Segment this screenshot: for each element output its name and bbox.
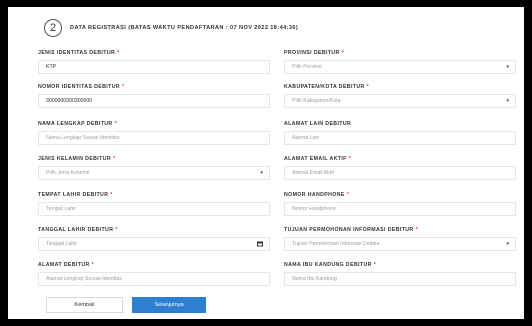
field-label: TEMPAT LAHIR DEBITUR * [38,191,270,199]
chevron-down-icon[interactable]: ▾ [506,241,509,247]
required-marker: * [115,227,118,233]
field-label-text: NAMA LENGKAP DEBITUR [38,121,113,127]
field-tanggal-lahir-debitur: TANGGAL LAHIR DEBITUR * Tanggal Lahir [38,226,270,251]
field-label: PROVINSI DEBITUR * [284,49,516,57]
field-tujuan-permohonan-informasi-debitur: TUJUAN PERMOHONAN INFORMASI DEBITUR * Tuju… [284,226,516,251]
field-placeholder: Tempat Lahir [46,206,76,212]
field-label-text: NOMOR HANDPHONE [284,192,345,198]
field-label-text: TEMPAT LAHIR DEBITUR [38,192,109,198]
chevron-down-icon[interactable]: ▾ [260,170,263,176]
chevron-down-icon[interactable]: ▾ [506,64,509,70]
required-marker: * [110,192,113,198]
field-nomor-handphone: NOMOR HANDPHONE * Nomor Handphone [284,191,516,216]
select-jenis-kelamin-debitur[interactable]: Pilih Jenis Kelamin ▾ [38,166,270,180]
field-label: NAMA IBU KANDUNG DEBITUR * [284,261,516,269]
input-tanggal-lahir-debitur[interactable]: Tanggal Lahir [38,237,270,251]
required-marker: * [91,262,95,268]
chevron-down-icon[interactable]: ▾ [506,98,509,104]
field-label-text: JENIS IDENTITAS DEBITUR [38,50,116,56]
field-label: NOMOR HANDPHONE * [284,191,516,199]
field-alamat-debitur: ALAMAT DEBITUR * Alamat Lengkap Sesuai Ide… [38,261,270,286]
field-placeholder: Pilih Provinsi [292,64,322,70]
field-label: NAMA LENGKAP DEBITUR * [38,120,270,128]
required-marker: * [341,50,345,56]
field-placeholder: Tujuan Permohonan Informasi Debitur [292,241,380,247]
calendar-icon[interactable] [257,241,263,247]
field-jenis-identitas-debitur: JENIS IDENTITAS DEBITUR * KTP [38,49,270,74]
input-nama-ibu-kandung-debitur[interactable]: Nama Ibu Kandung [284,272,516,286]
field-label: ALAMAT LAIN DEBITUR [284,120,516,128]
field-label: TANGGAL LAHIR DEBITUR * [38,226,270,234]
required-marker: * [346,192,350,198]
field-placeholder: Alamat Lain [292,135,320,141]
field-provinsi-debitur: PROVINSI DEBITUR * Pilih Provinsi ▾ [284,49,516,74]
field-alamat-email-aktif: ALAMAT EMAIL AKTIF * Alamat Email Aktif [284,155,516,180]
field-label-text: ALAMAT LAIN DEBITUR [284,121,352,127]
field-label: NOMOR IDENTITAS DEBITUR * [38,83,270,91]
field-kabupaten-kota-debitur: KABUPATEN/KOTA DEBITUR * Pilih Kabupaten/K… [284,83,516,108]
field-label: ALAMAT EMAIL AKTIF * [284,155,516,163]
registration-form-card: 2 DATA REGISTRASI (BATAS WAKTU PENDAFTAR… [8,7,524,319]
required-marker: * [415,227,418,233]
field-label: JENIS IDENTITAS DEBITUR * [38,49,270,57]
field-label-text: ALAMAT DEBITUR [38,262,90,268]
input-alamat-email-aktif[interactable]: Alamat Email Aktif [284,166,516,180]
form-title: DATA REGISTRASI (BATAS WAKTU PENDAFTARAN… [70,25,299,31]
field-label-text: NOMOR IDENTITAS DEBITUR [38,84,121,90]
field-placeholder: Pilih Jenis Kelamin [46,170,90,176]
input-nomor-handphone[interactable]: Nomor Handphone [284,202,516,216]
field-label-text: PROVINSI DEBITUR [284,50,340,56]
select-kabupaten-kota-debitur[interactable]: Pilih Kabupaten/Kota ▾ [284,94,516,108]
field-label-text: NAMA IBU KANDUNG DEBITUR [284,262,372,268]
field-placeholder: Pilih Kabupaten/Kota [292,98,341,104]
required-marker: * [114,121,117,127]
required-marker: * [348,156,352,162]
field-jenis-kelamin-debitur: JENIS KELAMIN DEBITUR * Pilih Jenis Kelami… [38,155,270,180]
step-number-badge: 2 [44,19,62,37]
select-tujuan-permohonan-informasi-debitur[interactable]: Tujuan Permohonan Informasi Debitur ▾ [284,237,516,251]
required-marker: * [366,84,370,90]
field-value: 3000000000300000 [46,98,93,104]
field-label-text: TANGGAL LAHIR DEBITUR [38,227,114,233]
required-marker: * [117,50,120,56]
select-provinsi-debitur[interactable]: Pilih Provinsi ▾ [284,60,516,74]
required-marker: * [112,156,116,162]
field-label-text: TUJUAN PERMOHONAN INFORMASI DEBITUR [284,227,414,233]
input-alamat-lain-debitur[interactable]: Alamat Lain [284,131,516,145]
field-placeholder: Nama Ibu Kandung [292,276,337,282]
field-nama-lengkap-debitur: NAMA LENGKAP DEBITUR * Nama Lengkap Sesuai… [38,120,270,145]
input-alamat-debitur[interactable]: Alamat Lengkap Sesuai Identitas [38,272,270,286]
field-nomor-identitas-debitur: NOMOR IDENTITAS DEBITUR * 3000000000300000 [38,83,270,108]
input-nama-lengkap-debitur[interactable]: Nama Lengkap Sesuai Identitas [38,131,270,145]
input-nomor-identitas-debitur[interactable]: 3000000000300000 [38,94,270,108]
field-placeholder: Nama Lengkap Sesuai Identitas [46,135,120,141]
input-tempat-lahir-debitur[interactable]: Tempat Lahir [38,202,270,216]
field-label: JENIS KELAMIN DEBITUR * [38,155,270,163]
field-placeholder: Tanggal Lahir [46,241,78,247]
field-nama-ibu-kandung-debitur: NAMA IBU KANDUNG DEBITUR * Nama Ibu Kandun… [284,261,516,286]
field-value: KTP [46,64,57,70]
field-label-text: KABUPATEN/KOTA DEBITUR [284,84,365,90]
field-alamat-lain-debitur: ALAMAT LAIN DEBITUR Alamat Lain [284,120,516,145]
form-header: 2 DATA REGISTRASI (BATAS WAKTU PENDAFTAR… [44,18,298,38]
input-jenis-identitas-debitur[interactable]: KTP [38,60,270,74]
field-tempat-lahir-debitur: TEMPAT LAHIR DEBITUR * Tempat Lahir [38,191,270,216]
field-label-text: JENIS KELAMIN DEBITUR [38,156,111,162]
back-button[interactable]: Kembali [46,297,123,313]
field-label: KABUPATEN/KOTA DEBITUR * [284,83,516,91]
required-marker: * [373,262,377,268]
next-button[interactable]: Selanjutnya [132,297,206,313]
field-placeholder: Nomor Handphone [292,206,336,212]
field-label: TUJUAN PERMOHONAN INFORMASI DEBITUR * [284,226,516,234]
field-placeholder: Alamat Email Aktif [292,170,334,176]
field-label: ALAMAT DEBITUR * [38,261,270,269]
field-label-text: ALAMAT EMAIL AKTIF [284,156,347,162]
field-placeholder: Alamat Lengkap Sesuai Identitas [46,276,122,282]
required-marker: * [122,84,125,90]
